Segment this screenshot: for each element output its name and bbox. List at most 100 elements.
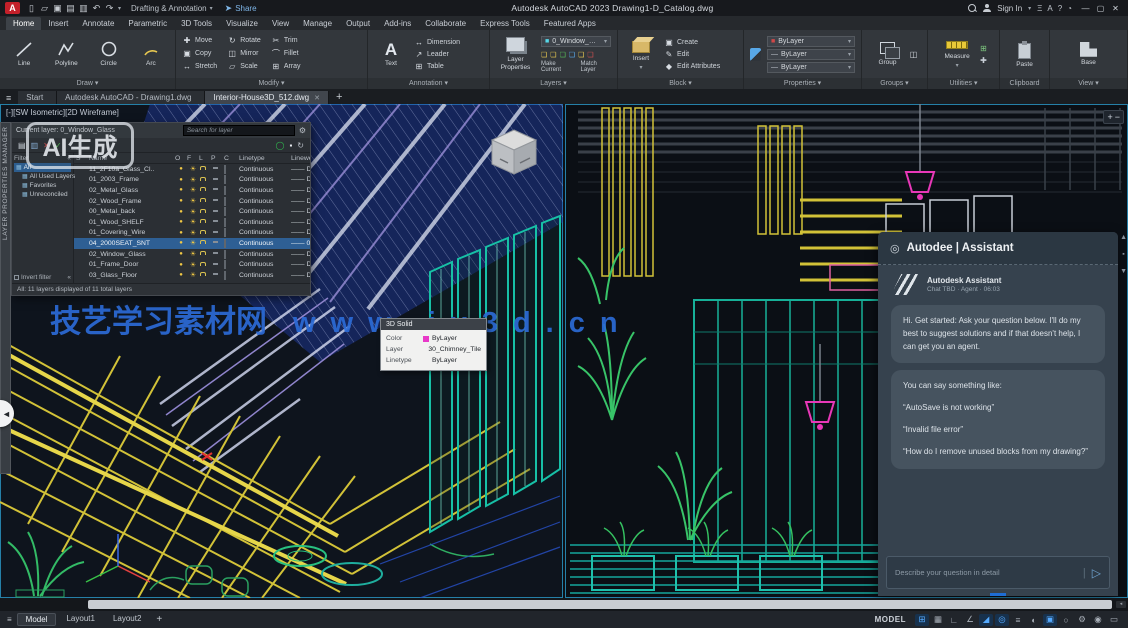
measure-button[interactable]: Measure ▾ xyxy=(940,38,974,69)
window-control-button[interactable]: — xyxy=(1078,4,1093,13)
layout-menu-icon[interactable]: ≡ xyxy=(7,615,12,624)
panel-label-layers[interactable]: Layers ▾ xyxy=(490,78,617,89)
layer-color-swatch[interactable] xyxy=(224,175,226,185)
layer-color-swatch[interactable] xyxy=(224,260,226,270)
gear-icon[interactable]: ⚙ xyxy=(299,126,306,135)
layer-properties-button[interactable]: Layer Properties xyxy=(496,37,535,71)
layer-freeze-icon[interactable]: ☀ xyxy=(187,271,199,279)
assistant-input[interactable] xyxy=(895,568,1077,577)
chevron-down-icon[interactable]: ▾ xyxy=(1028,5,1031,12)
search-icon[interactable] xyxy=(968,3,977,13)
user-avatar-icon[interactable] xyxy=(983,4,992,12)
menu-icon[interactable]: ≡ xyxy=(6,93,11,103)
layer-tool-icon[interactable]: ❏ xyxy=(560,51,566,59)
layer-on-icon[interactable]: ● xyxy=(175,262,187,268)
layer-color-swatch[interactable] xyxy=(224,207,226,217)
layer-on-icon[interactable]: ● xyxy=(175,219,187,225)
panel-label-properties[interactable]: Properties ▾ xyxy=(744,78,861,89)
panel-label-modify[interactable]: Modify ▾ xyxy=(176,78,367,89)
layer-color-swatch[interactable] xyxy=(224,249,226,259)
layer-row[interactable]: 01_2003_Frame ● ☀ Continuous —— Default xyxy=(74,175,310,186)
zoom-in-icon[interactable]: + xyxy=(1107,112,1112,122)
status-toggle-icon[interactable]: ▣ xyxy=(1043,613,1057,626)
layer-color-swatch[interactable] xyxy=(224,196,226,206)
layer-tool-icon[interactable]: ❏ xyxy=(578,51,584,59)
property-dropdown[interactable]: ■ ByLayer ▾ xyxy=(767,35,855,47)
base-view-button[interactable]: Base xyxy=(1072,41,1106,66)
modify-tool-button[interactable]: ▣ Copy xyxy=(182,48,217,60)
layer-color-swatch[interactable] xyxy=(224,270,226,280)
layer-on-icon[interactable]: ● xyxy=(175,209,187,215)
modify-tool-button[interactable]: ▱ Scale xyxy=(227,61,261,73)
layer-color-swatch[interactable] xyxy=(224,185,226,195)
filter-tree-item[interactable]: ▦ Favorites xyxy=(14,181,71,190)
qat-icon[interactable]: ▥ xyxy=(77,3,90,14)
panel-label-view[interactable]: View ▾ xyxy=(1050,78,1127,89)
ribbon-tab[interactable]: Featured Apps xyxy=(537,17,603,30)
scroll-arrow-icon[interactable]: ▼ xyxy=(1120,268,1127,275)
zoom-out-icon[interactable]: − xyxy=(1115,112,1120,122)
titlebar-icon[interactable]: Ξ xyxy=(1037,4,1042,13)
layer-on-icon[interactable]: ● xyxy=(175,230,187,236)
layer-toolbar-icon[interactable]: ↻ xyxy=(297,141,304,150)
modify-tool-button[interactable]: ↔ Stretch xyxy=(182,61,217,73)
qat-icon[interactable]: ▤ xyxy=(64,3,77,14)
layer-search-input[interactable] xyxy=(182,125,295,136)
close-tab-icon[interactable]: ✕ xyxy=(314,94,320,102)
suggestion-chip[interactable]: “How do I remove unused blocks from my d… xyxy=(903,446,1093,459)
file-tab[interactable]: Autodesk AutoCAD - Drawing1.dwg xyxy=(57,91,206,104)
annotation-tool-button[interactable]: ↔ Dimension xyxy=(414,36,460,48)
model-space-label[interactable]: MODEL xyxy=(875,615,906,624)
qat-icon[interactable]: ↷ xyxy=(103,3,116,14)
layer-freeze-icon[interactable]: ☀ xyxy=(187,239,199,247)
property-dropdown[interactable]: — ByLayer ▾ xyxy=(767,48,855,60)
titlebar-icon[interactable]: ◔ xyxy=(1067,4,1072,13)
qat-icon[interactable]: ▣ xyxy=(51,3,64,14)
layer-color-swatch[interactable] xyxy=(224,217,226,227)
modify-tool-button[interactable]: ⌒ Fillet xyxy=(271,48,301,60)
qat-icon[interactable]: ▯ xyxy=(25,3,38,14)
file-tab[interactable]: Start xyxy=(18,91,58,104)
layer-color-swatch[interactable] xyxy=(224,228,226,238)
layer-freeze-icon[interactable]: ☀ xyxy=(187,208,199,216)
new-layout-button[interactable]: + xyxy=(156,614,162,625)
layer-row[interactable]: 02_Window_Glass ● ☀ Continuous —— Defaul… xyxy=(74,249,310,260)
panel-label-clipboard[interactable]: Clipboard xyxy=(1000,78,1049,89)
layer-freeze-icon[interactable]: ☀ xyxy=(187,229,199,237)
layer-row[interactable]: 00_Metal_back ● ☀ Continuous —— Default xyxy=(74,206,310,217)
modify-tool-button[interactable]: ✚ Move xyxy=(182,35,217,47)
layer-row[interactable]: 03_Glass_Floor ● ☀ Continuous —— Default xyxy=(74,270,310,281)
titlebar-icon[interactable]: A xyxy=(1047,4,1052,13)
ribbon-tab[interactable]: Express Tools xyxy=(473,17,537,30)
ribbon-tab[interactable]: Insert xyxy=(41,17,75,30)
annotation-tool-button[interactable]: ⊞ Table xyxy=(414,60,460,72)
layer-on-icon[interactable]: ● xyxy=(175,272,187,278)
annotation-tool-button[interactable]: ↗ Leader xyxy=(414,48,460,60)
panel-label-annotation[interactable]: Annotation ▾ xyxy=(368,78,489,89)
layer-on-icon[interactable]: ● xyxy=(175,251,187,257)
group-button[interactable]: Group xyxy=(871,41,905,66)
arc-button[interactable]: Arc xyxy=(134,40,168,67)
property-dropdown[interactable]: — ByLayer ▾ xyxy=(767,61,855,73)
share-button[interactable]: ➤ Share xyxy=(225,3,257,14)
status-toggle-icon[interactable]: ◐ xyxy=(1027,614,1041,626)
scrollbar-end-button[interactable]: ◂ xyxy=(1116,601,1126,608)
status-toggle-icon[interactable]: ◉ xyxy=(1091,614,1105,626)
ribbon-tab[interactable]: Home xyxy=(6,17,42,30)
status-toggle-icon[interactable]: ∟ xyxy=(947,614,961,626)
modify-tool-button[interactable]: ✂ Trim xyxy=(271,35,301,47)
layer-dropdown[interactable]: ■ 0_Window_Glass ▾ xyxy=(541,36,611,47)
qat-caret-icon[interactable]: ▾ xyxy=(118,5,121,12)
utility-tool-icon[interactable]: ⊞ xyxy=(980,44,987,53)
modify-tool-button[interactable]: ◫ Mirror xyxy=(227,48,261,60)
block-tool-button[interactable]: ▣ Create xyxy=(664,36,720,48)
status-toggle-icon[interactable]: ▦ xyxy=(931,614,945,626)
layer-tool-icon[interactable]: ❏ xyxy=(587,51,593,59)
send-icon[interactable]: ▷ xyxy=(1092,566,1101,580)
layer-freeze-icon[interactable]: ☀ xyxy=(187,261,199,269)
viewport-label[interactable]: [-][SW Isometric][2D Wireframe] xyxy=(6,108,119,117)
status-toggle-icon[interactable]: ◢ xyxy=(979,613,993,626)
layer-color-swatch[interactable] xyxy=(224,238,226,248)
panel-resize-indicator[interactable] xyxy=(990,593,1006,596)
match-layer-button[interactable]: Match Layer xyxy=(581,61,611,73)
